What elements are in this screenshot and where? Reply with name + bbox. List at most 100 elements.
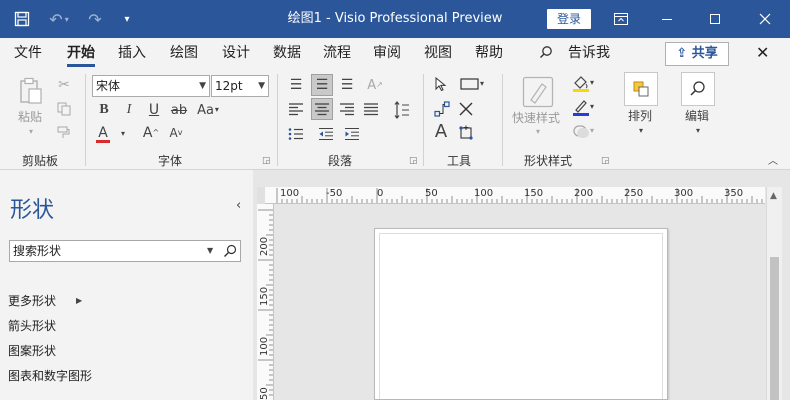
- tell-me-box[interactable]: 告诉我: [568, 38, 610, 70]
- strikethrough-icon[interactable]: ab: [170, 101, 188, 119]
- decrease-indent-icon[interactable]: [316, 124, 336, 144]
- justify-icon[interactable]: [361, 99, 381, 119]
- scroll-up-icon[interactable]: ▲: [770, 191, 777, 201]
- drawing-page[interactable]: [374, 228, 668, 400]
- quick-styles-label: 快速样式: [512, 111, 561, 125]
- format-painter-icon[interactable]: [55, 124, 73, 142]
- font-size-dropdown[interactable]: 12pt ▼: [211, 75, 269, 97]
- font-color-icon[interactable]: A: [95, 124, 111, 144]
- effects-icon[interactable]: ▾: [566, 121, 600, 141]
- tab-data[interactable]: 数据: [273, 38, 301, 70]
- change-case-icon[interactable]: Aa ▾: [195, 101, 221, 119]
- tab-help[interactable]: 帮助: [475, 38, 503, 70]
- copy-icon[interactable]: [55, 100, 73, 118]
- scroll-thumb[interactable]: [770, 257, 779, 400]
- connection-point-icon[interactable]: [456, 99, 476, 119]
- tab-home[interactable]: 开始: [67, 38, 95, 70]
- arrange-dropdown-icon[interactable]: ▾: [636, 126, 646, 136]
- title-bar: ↶ ▾ ↷ ▾ 绘图1 - Visio Professional Preview …: [0, 0, 790, 38]
- bullets-icon[interactable]: [286, 124, 306, 144]
- cut-icon[interactable]: ✂: [55, 76, 73, 94]
- text-direction-icon[interactable]: A ↗: [365, 75, 385, 95]
- tools-group-label: 工具: [447, 154, 472, 168]
- vertical-ruler: 200 150 100 50: [257, 204, 274, 400]
- vertical-scrollbar[interactable]: ▲: [766, 187, 782, 400]
- paragraph-dialog-launcher-icon[interactable]: ◲: [409, 156, 418, 166]
- align-bottom-icon[interactable]: ☰: [337, 75, 357, 95]
- quick-styles-icon[interactable]: [520, 75, 556, 109]
- tab-file[interactable]: 文件: [14, 38, 42, 70]
- paste-dropdown-icon[interactable]: ▾: [26, 127, 36, 137]
- align-right-icon[interactable]: [337, 99, 357, 119]
- more-shapes-link[interactable]: 更多形状: [8, 292, 56, 309]
- align-middle-icon[interactable]: ☰: [311, 74, 333, 96]
- redo-icon[interactable]: ↷: [82, 0, 108, 38]
- tab-process[interactable]: 流程: [323, 38, 351, 70]
- font-name-value: 宋体: [96, 79, 121, 93]
- text-block-icon[interactable]: [456, 123, 476, 143]
- arrow-shapes-stencil[interactable]: 箭头形状: [8, 317, 56, 334]
- divider: [277, 74, 278, 166]
- quick-styles-dropdown-icon[interactable]: ▾: [533, 127, 543, 137]
- line-color-icon[interactable]: ▾: [566, 97, 600, 117]
- ruler-label: 150: [524, 188, 544, 199]
- ruler-label: 200: [574, 188, 594, 199]
- paste-label: 粘贴: [18, 110, 43, 124]
- shape-search-placeholder: 搜索形状: [13, 244, 62, 258]
- search-options-dropdown-icon[interactable]: ▼: [207, 246, 213, 255]
- share-label: 共享: [691, 46, 718, 61]
- pointer-tool-icon[interactable]: [432, 75, 450, 93]
- tab-design[interactable]: 设计: [222, 38, 250, 70]
- close-window-icon[interactable]: [750, 0, 780, 38]
- maximize-icon[interactable]: [700, 0, 730, 38]
- minimize-icon[interactable]: [652, 0, 682, 38]
- ruler-label: 200: [259, 236, 270, 256]
- font-name-dropdown[interactable]: 宋体 ▼: [92, 75, 210, 97]
- search-icon[interactable]: [539, 38, 553, 70]
- decrease-font-size-icon[interactable]: Av: [166, 124, 186, 142]
- shape-styles-dialog-launcher-icon[interactable]: ◲: [601, 156, 610, 166]
- font-dialog-launcher-icon[interactable]: ◲: [262, 156, 271, 166]
- increase-font-size-icon[interactable]: A ^: [141, 124, 161, 142]
- bold-icon[interactable]: B: [96, 101, 112, 119]
- editing-dropdown-icon[interactable]: ▾: [693, 126, 703, 136]
- arrange-icon[interactable]: [624, 72, 658, 106]
- find-icon[interactable]: [681, 72, 715, 106]
- login-button[interactable]: 登录: [547, 9, 591, 29]
- close-ribbon-icon[interactable]: ✕: [756, 38, 769, 70]
- align-center-icon[interactable]: [311, 98, 333, 120]
- tab-review[interactable]: 审阅: [373, 38, 401, 70]
- tab-insert[interactable]: 插入: [118, 38, 146, 70]
- save-icon[interactable]: [8, 0, 36, 38]
- align-left-icon[interactable]: [286, 99, 306, 119]
- line-spacing-icon[interactable]: [392, 99, 412, 121]
- ruler-label: 350: [724, 188, 744, 199]
- font-group-label: 字体: [158, 154, 183, 168]
- ruler-label: 0: [377, 188, 384, 199]
- chevron-right-icon: ▶: [76, 296, 83, 305]
- share-button[interactable]: ⇪ 共享: [665, 42, 729, 66]
- increase-indent-icon[interactable]: [342, 124, 362, 144]
- ruler-label: 50: [425, 188, 438, 199]
- fill-icon[interactable]: ▾: [566, 73, 600, 93]
- ribbon-display-options-icon[interactable]: [606, 0, 636, 38]
- text-tool-icon[interactable]: A: [432, 121, 450, 143]
- tab-view[interactable]: 视图: [424, 38, 452, 70]
- collapse-ribbon-icon[interactable]: ︿: [766, 156, 780, 168]
- rectangle-tool-icon[interactable]: ▾: [455, 75, 489, 93]
- customize-qat-icon[interactable]: ▾: [118, 0, 136, 38]
- pattern-shapes-stencil[interactable]: 图案形状: [8, 342, 56, 359]
- divider: [85, 74, 86, 166]
- tab-draw[interactable]: 绘图: [170, 38, 198, 70]
- font-color-dropdown-icon[interactable]: ▾: [118, 127, 128, 141]
- collapse-pane-icon[interactable]: ‹: [236, 198, 241, 213]
- search-icon[interactable]: [220, 241, 240, 261]
- underline-icon[interactable]: U: [146, 101, 162, 119]
- undo-icon[interactable]: ↶ ▾: [44, 0, 74, 38]
- align-top-icon[interactable]: ☰: [286, 75, 306, 95]
- italic-icon[interactable]: I: [121, 101, 137, 119]
- paragraph-group-label: 段落: [328, 154, 353, 168]
- paste-icon[interactable]: [17, 76, 45, 106]
- charts-graphs-stencil[interactable]: 图表和数字图形: [8, 367, 92, 384]
- connector-tool-icon[interactable]: [432, 99, 452, 119]
